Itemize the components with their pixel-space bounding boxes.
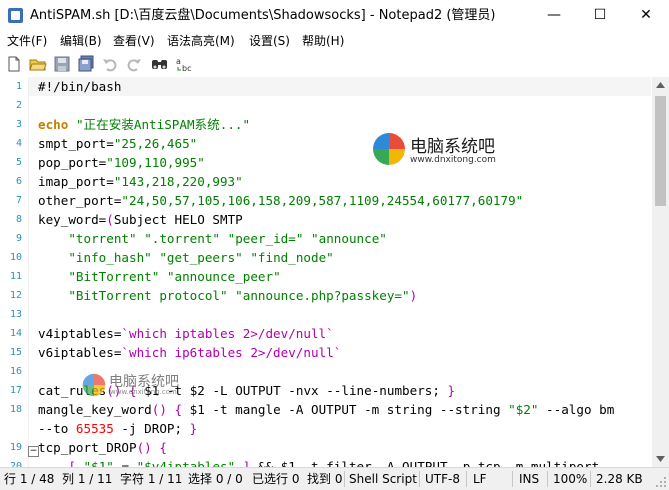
code-line: "torrent" ".torrent" "peer_id=" "announc… <box>68 231 387 246</box>
code-line: [ "$1" = "$v4iptables" ] && $1 -t filter… <box>68 459 600 467</box>
status-selection: 选择 0 / 0 <box>188 472 243 486</box>
code-line: "BitTorrent" "announce_peer" <box>68 269 281 284</box>
status-file-size: 2.28 KB <box>596 472 643 486</box>
line-number: 1 <box>15 81 22 92</box>
code-line: key_word=(Subject HELO SMTP <box>38 212 243 227</box>
code-line: pop_port="109,110,995" <box>38 155 205 170</box>
status-divider <box>466 471 467 487</box>
line-number: 19 <box>9 442 22 453</box>
watermark-url-small: www.dnxitong.com <box>110 388 177 396</box>
watermark-title: 电脑系统吧 <box>410 137 495 157</box>
find-icon[interactable] <box>151 55 169 73</box>
code-line: other_port="24,50,57,105,106,158,209,587… <box>38 193 524 208</box>
scrollbar-thumb[interactable] <box>655 96 666 206</box>
line-number: 3 <box>15 119 22 130</box>
line-number: 17 <box>9 385 22 396</box>
menu-bar: 文件(F) 编辑(B) 查看(V) 语法高亮(M) 设置(S) 帮助(H) <box>0 31 669 51</box>
menu-help[interactable]: 帮助(H) <box>302 31 344 51</box>
status-divider <box>344 471 345 487</box>
code-line: "BitTorrent protocol" "announce.php?pass… <box>68 288 418 303</box>
replace-icon[interactable]: abc <box>175 55 193 73</box>
status-column: 列 1 / 11 <box>62 472 113 486</box>
menu-file[interactable]: 文件(F) <box>7 31 47 51</box>
line-number: 8 <box>15 214 22 225</box>
line-number: 5 <box>15 157 22 168</box>
undo-icon[interactable] <box>101 55 119 73</box>
status-line-ending[interactable]: LF <box>473 468 487 490</box>
watermark-url: www.dnxitong.com <box>410 155 496 165</box>
status-encoding[interactable]: UTF-8 <box>425 468 460 490</box>
status-insert-mode[interactable]: INS <box>519 468 539 490</box>
line-number: 10 <box>9 252 22 263</box>
watermark-logo-small: 电脑系统吧 www.dnxitong.com <box>82 373 179 401</box>
line-number: 12 <box>9 290 22 301</box>
line-number: 2 <box>15 100 22 111</box>
status-divider <box>419 471 420 487</box>
toolbar: a bc <box>0 51 669 78</box>
code-line: mangle_key_word() { $1 -t mangle -A OUTP… <box>38 402 615 417</box>
code-line: v4iptables=`which iptables 2>/dev/null` <box>38 326 334 341</box>
status-found: 找到 0 <box>307 472 343 486</box>
menu-settings[interactable]: 设置(S) <box>249 31 290 51</box>
code-line: #!/bin/bash <box>38 79 122 94</box>
resize-grip-icon[interactable] <box>656 477 667 488</box>
window-title: AntiSPAM.sh [D:\百度云盘\Documents\Shadowsoc… <box>30 8 496 23</box>
line-number: 16 <box>9 366 22 377</box>
menu-syntax[interactable]: 语法高亮(M) <box>167 31 235 51</box>
code-line: v6iptables=`which ip6tables 2>/dev/null` <box>38 345 342 360</box>
code-line: tcp_port_DROP() { <box>38 440 167 455</box>
title-bar: AntiSPAM.sh [D:\百度云盘\Documents\Shadowsoc… <box>0 0 669 31</box>
scroll-up-arrow-icon[interactable] <box>656 82 665 88</box>
code-line: smpt_port="25,26,465" <box>38 136 198 151</box>
line-number: 11 <box>9 271 22 282</box>
maximize-button[interactable]: ☐ <box>577 0 623 31</box>
notepad2-app-icon[interactable] <box>8 8 23 23</box>
open-folder-icon[interactable] <box>29 55 47 73</box>
line-number: 15 <box>9 347 22 358</box>
code-line: imap_port="143,218,220,993" <box>38 174 243 189</box>
save-icon[interactable] <box>53 55 71 73</box>
code-line: echo "正在安装AntiSPAM系统..." <box>38 117 251 132</box>
line-number-gutter: 1 2 3 4 5 6 7 8 9 10 11 12 13 14 15 16 1… <box>0 77 29 467</box>
minimize-button[interactable]: — <box>531 0 577 31</box>
code-line: "info_hash" "get_peers" "find_node" <box>68 250 334 265</box>
watermark-logo-icon <box>373 133 405 165</box>
line-number: 9 <box>15 233 22 244</box>
menu-view[interactable]: 查看(V) <box>113 31 155 51</box>
watermark-logo-small-icon <box>82 373 106 397</box>
status-bar: 行 1 / 48 列 1 / 11 字符 1 / 11 选择 0 / 0 已选行… <box>0 467 669 490</box>
status-syntax-scheme[interactable]: Shell Script <box>349 468 417 490</box>
new-file-icon[interactable] <box>5 55 23 73</box>
status-selected-lines: 已选行 0 <box>252 472 300 486</box>
close-button[interactable]: ✕ <box>623 0 669 31</box>
line-number: 6 <box>15 176 22 187</box>
svg-text:bc: bc <box>182 64 191 73</box>
line-number: 7 <box>15 195 22 206</box>
line-number: 14 <box>9 328 22 339</box>
status-chars: 字符 1 / 11 <box>120 472 183 486</box>
line-number: 13 <box>9 309 22 320</box>
vertical-scrollbar[interactable] <box>652 77 669 467</box>
code-line: --to 65535 -j DROP; } <box>38 421 198 436</box>
scroll-down-arrow-icon[interactable] <box>656 456 665 462</box>
line-number: 4 <box>15 138 22 149</box>
status-zoom[interactable]: 100% <box>553 468 587 490</box>
status-divider <box>590 471 591 487</box>
text-editor[interactable]: 1 2 3 4 5 6 7 8 9 10 11 12 13 14 15 16 1… <box>0 77 669 467</box>
svg-text:a: a <box>176 57 181 66</box>
save-all-icon[interactable] <box>77 55 95 73</box>
status-divider <box>547 471 548 487</box>
watermark-logo: 电脑系统吧 www.dnxitong.com <box>372 132 496 170</box>
status-divider <box>512 471 513 487</box>
line-number: 18 <box>9 404 22 415</box>
current-line-highlight <box>29 77 651 96</box>
status-line-position: 行 1 / 48 <box>4 472 55 486</box>
redo-icon[interactable] <box>125 55 143 73</box>
menu-edit[interactable]: 编辑(B) <box>60 31 102 51</box>
